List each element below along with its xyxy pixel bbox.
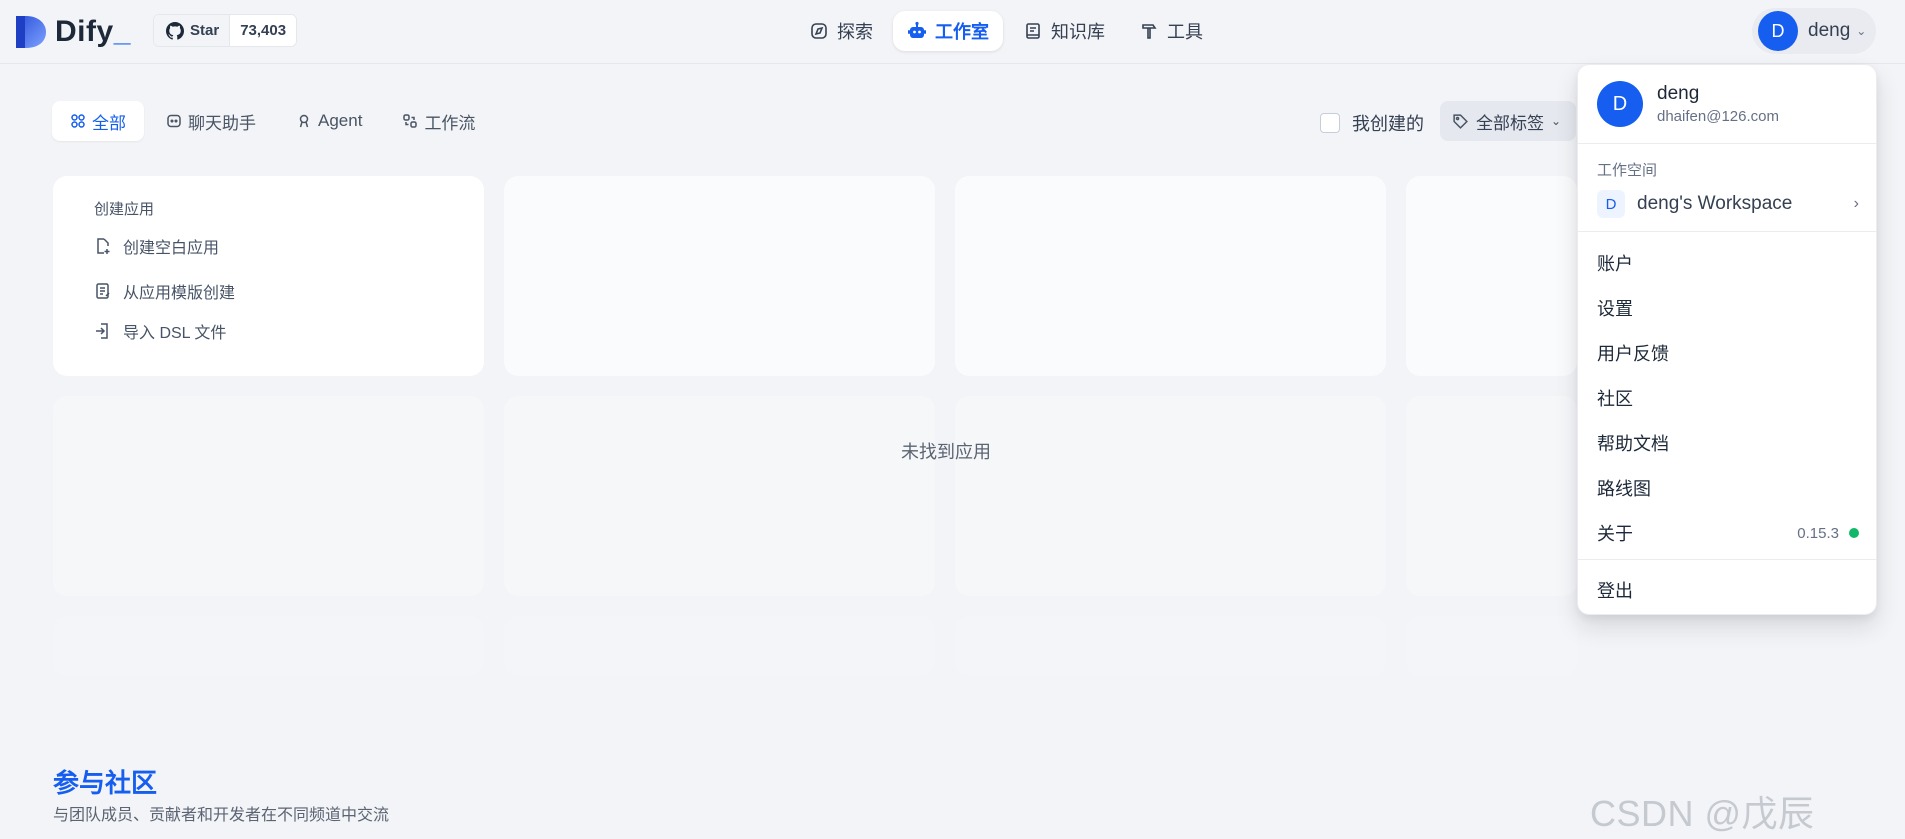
app-card-skeleton xyxy=(53,396,484,596)
chevron-right-icon: › xyxy=(1853,195,1859,212)
menu-user-avatar: D xyxy=(1597,81,1643,127)
tab-agent-label: Agent xyxy=(318,111,363,130)
user-avatar: D xyxy=(1758,11,1798,51)
create-from-template[interactable]: 从应用模版创建 xyxy=(93,279,235,303)
menu-user-name: deng xyxy=(1657,83,1700,104)
menu-item-community[interactable]: 社区 xyxy=(1597,385,1859,411)
menu-item-roadmap[interactable]: 路线图 xyxy=(1597,475,1859,501)
app-card-skeleton xyxy=(955,616,1386,676)
compass-icon xyxy=(811,23,827,39)
main-nav: 探索 工作室 知识库 工具 xyxy=(795,11,1217,51)
tab-workflow-label: 工作流 xyxy=(424,113,476,133)
create-from-template-label: 从应用模版创建 xyxy=(123,285,236,302)
agent-icon xyxy=(299,114,309,128)
file-template-icon xyxy=(96,283,110,299)
workspace-avatar: D xyxy=(1597,190,1625,218)
nav-knowledge[interactable]: 知识库 xyxy=(1009,11,1119,51)
file-plus-icon xyxy=(97,238,110,254)
workspace-switcher[interactable]: D deng's Workspace › xyxy=(1597,189,1859,219)
menu-user-info: D deng dhaifen@126.com xyxy=(1597,81,1779,127)
menu-item-docs[interactable]: 帮助文档 xyxy=(1597,430,1859,456)
nav-studio-label: 工作室 xyxy=(935,22,989,42)
chevron-down-icon: ⌄ xyxy=(1856,24,1867,38)
watermark: CSDN @戊辰happy xyxy=(1590,793,1815,839)
menu-divider xyxy=(1578,143,1876,144)
nav-studio[interactable]: 工作室 xyxy=(893,11,1003,51)
user-menu-button[interactable]: D deng ⌄ xyxy=(1752,8,1876,54)
app-card-skeleton xyxy=(504,176,935,376)
tag-icon xyxy=(1453,113,1468,129)
app-card-skeleton xyxy=(1406,176,1577,376)
file-import-icon xyxy=(96,323,108,339)
import-dsl-file-label: 导入 DSL 文件 xyxy=(123,325,227,342)
github-star-label: Star xyxy=(190,22,220,39)
menu-divider xyxy=(1578,231,1876,232)
app-card-skeleton xyxy=(504,396,935,596)
menu-item-about[interactable]: 关于 0.15.3 xyxy=(1597,520,1859,546)
app-type-tabs: 全部 聊天助手 Agent 工作流 xyxy=(52,101,493,141)
tab-chat-label: 聊天助手 xyxy=(188,113,256,133)
github-star-button[interactable]: Star 73,403 xyxy=(153,14,298,47)
tab-chat[interactable]: 聊天助手 xyxy=(148,101,274,141)
created-by-me-label: 我创建的 xyxy=(1352,114,1424,134)
create-app-title: 创建应用 xyxy=(94,201,155,218)
created-by-me-checkbox[interactable] xyxy=(1320,113,1340,133)
workflow-icon xyxy=(403,114,418,128)
brand-name: Dify xyxy=(55,15,114,48)
book-icon xyxy=(1026,23,1040,39)
create-app-card: 创建应用 创建空白应用 从应用模版创建 导入 DSL 文件 xyxy=(53,176,484,376)
menu-item-account[interactable]: 账户 xyxy=(1597,250,1859,276)
workspace-name: deng's Workspace xyxy=(1637,193,1793,214)
nav-explore-label: 探索 xyxy=(837,22,873,42)
app-card-skeleton xyxy=(955,396,1386,596)
menu-item-feedback[interactable]: 用户反馈 xyxy=(1597,340,1859,366)
create-blank-app-label: 创建空白应用 xyxy=(123,240,220,257)
menu-item-logout[interactable]: 登出 xyxy=(1597,577,1859,603)
tab-all[interactable]: 全部 xyxy=(52,101,144,141)
user-name: deng xyxy=(1808,20,1851,41)
menu-divider xyxy=(1578,559,1876,560)
nav-knowledge-label: 知识库 xyxy=(1051,22,1105,42)
workspace-label: 工作空间 xyxy=(1597,162,1658,179)
community-title: 参与社区 xyxy=(53,768,158,798)
grid-icon xyxy=(71,114,85,128)
dify-logo-icon xyxy=(16,16,46,48)
brand-cursor: _ xyxy=(113,15,131,48)
import-dsl-file[interactable]: 导入 DSL 文件 xyxy=(93,319,226,343)
github-star-count[interactable]: 73,403 xyxy=(229,15,297,46)
tag-filter-dropdown[interactable]: 全部标签 ⌄ xyxy=(1440,101,1576,141)
nav-explore[interactable]: 探索 xyxy=(795,11,887,51)
dify-logo[interactable]: Dify _ xyxy=(14,12,130,52)
app-card-skeleton xyxy=(504,616,935,676)
chevron-down-icon: ⌄ xyxy=(1551,114,1562,128)
github-icon xyxy=(166,21,184,40)
tag-filter-label: 全部标签 xyxy=(1476,113,1544,133)
app-card-skeleton xyxy=(53,616,484,676)
app-card-skeleton xyxy=(1406,616,1577,676)
version-info: 0.15.3 xyxy=(1797,525,1859,542)
tab-all-label: 全部 xyxy=(92,113,126,133)
app-card-skeleton xyxy=(1406,396,1577,596)
menu-user-email: dhaifen@126.com xyxy=(1657,108,1779,125)
menu-item-about-label: 关于 xyxy=(1597,524,1633,544)
user-dropdown-menu: D deng dhaifen@126.com 工作空间 D deng's Wor… xyxy=(1577,64,1877,615)
version-number: 0.15.3 xyxy=(1797,524,1839,542)
hammer-icon xyxy=(1142,24,1157,39)
community-subtitle: 与团队成员、贡献者和开发者在不同频道中交流 xyxy=(53,807,390,824)
created-by-me-filter[interactable]: 我创建的 xyxy=(1320,110,1424,136)
nav-tools[interactable]: 工具 xyxy=(1125,11,1217,51)
tab-workflow[interactable]: 工作流 xyxy=(384,101,493,141)
tab-agent[interactable]: Agent xyxy=(278,101,380,141)
nav-tools-label: 工具 xyxy=(1167,22,1203,42)
robot-icon xyxy=(908,21,926,38)
chat-icon xyxy=(167,114,181,128)
github-star[interactable]: Star xyxy=(154,15,230,46)
create-blank-app[interactable]: 创建空白应用 xyxy=(93,234,219,258)
top-header: Dify _ Star 73,403 探索 工作室 知识库 工具 D deng ⌄ xyxy=(0,0,1905,64)
menu-item-settings[interactable]: 设置 xyxy=(1597,295,1859,321)
empty-state-message: 未找到应用 xyxy=(901,442,991,462)
app-card-skeleton xyxy=(955,176,1386,376)
status-dot xyxy=(1849,528,1859,538)
